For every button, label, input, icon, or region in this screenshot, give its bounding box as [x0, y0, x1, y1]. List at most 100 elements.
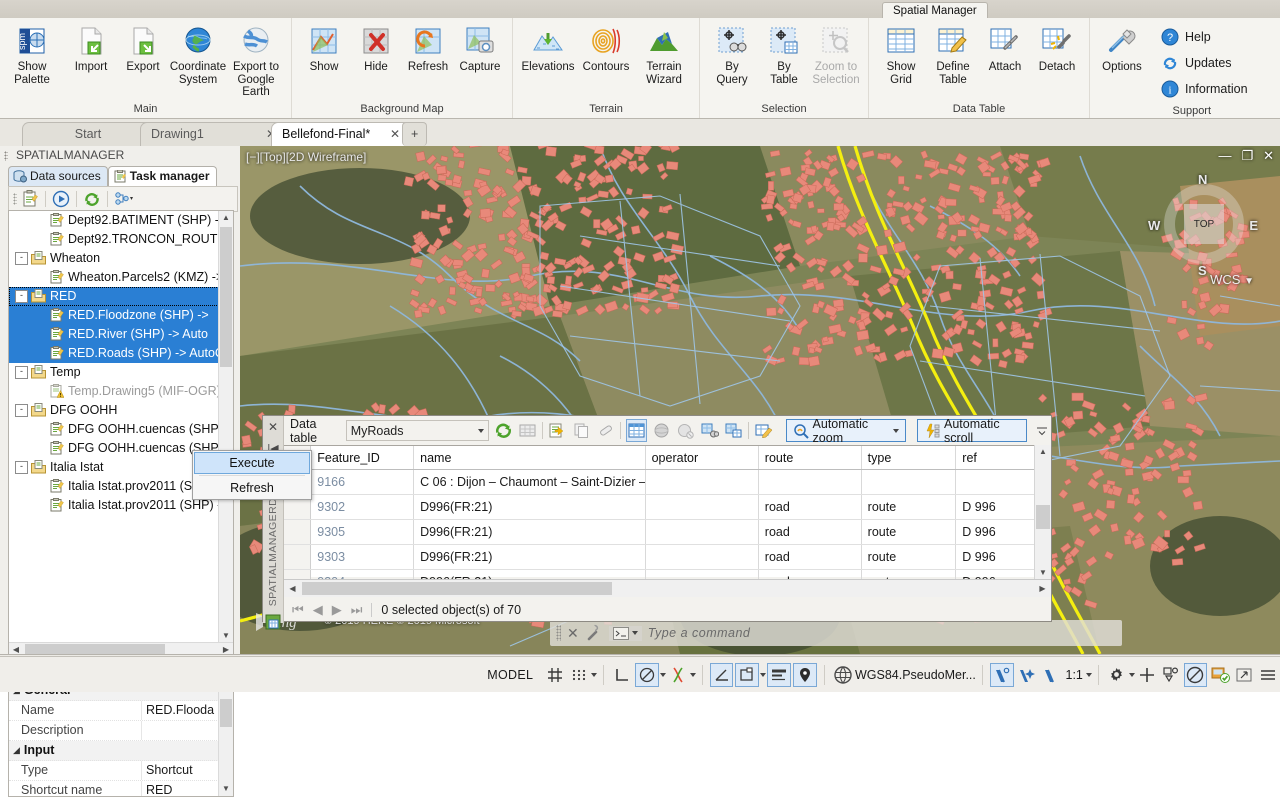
- edit-table-icon[interactable]: [754, 420, 773, 441]
- help-button[interactable]: ? Help: [1159, 24, 1248, 50]
- ducs-icon[interactable]: [735, 663, 759, 687]
- data-table-column-header[interactable]: name: [414, 446, 645, 470]
- tab-data-sources[interactable]: Data sources: [8, 166, 108, 186]
- contours-button[interactable]: Contours: [577, 22, 635, 74]
- tree-task-node[interactable]: RED.Floodzone (SHP) ->: [9, 306, 233, 325]
- properties-grid[interactable]: ◢GeneralNameRED.FloodaDescription◢InputT…: [8, 680, 234, 797]
- refresh-icon[interactable]: [494, 420, 513, 441]
- data-table-cell[interactable]: [645, 470, 758, 495]
- chevron-down-icon[interactable]: [660, 673, 666, 677]
- tree-expander-icon[interactable]: -: [15, 252, 28, 265]
- tab-task-manager[interactable]: Task manager: [108, 166, 217, 186]
- task-context-menu[interactable]: Execute Refresh: [192, 450, 312, 500]
- command-line[interactable]: ✕ Type a command: [550, 620, 1122, 646]
- select-by-query-button[interactable]: ByQuery: [706, 22, 758, 86]
- palette-grip-icon[interactable]: [4, 151, 8, 161]
- close-icon[interactable]: ✕: [1263, 148, 1274, 164]
- close-icon[interactable]: ✕: [390, 123, 400, 145]
- object-snap-icon[interactable]: [667, 664, 689, 686]
- next-record-icon[interactable]: ▶: [332, 602, 342, 618]
- ribbon-tab-spatial-manager[interactable]: Spatial Manager: [882, 2, 988, 19]
- data-table-hscroll-thumb[interactable]: [302, 582, 612, 595]
- elevations-button[interactable]: Elevations: [519, 22, 577, 74]
- context-menu-item-refresh[interactable]: Refresh: [193, 477, 311, 499]
- row-selector-cell[interactable]: [284, 520, 311, 545]
- data-table-cell[interactable]: 9305: [311, 520, 414, 545]
- fullscreen-icon[interactable]: [1233, 664, 1255, 686]
- tree-expander-icon[interactable]: -: [15, 404, 28, 417]
- add-scale-icon[interactable]: [1136, 664, 1158, 686]
- data-table-column-header[interactable]: route: [758, 446, 861, 470]
- grid-display-icon[interactable]: [544, 664, 566, 686]
- data-table-dock-icon[interactable]: [265, 614, 281, 630]
- no-sphere-icon[interactable]: [676, 420, 695, 441]
- copy-icon[interactable]: [572, 420, 591, 441]
- tree-group-node[interactable]: -Temp: [9, 363, 233, 382]
- data-table-cell[interactable]: C 06 : Dijon – Chaumont – Saint-Dizier –…: [414, 470, 645, 495]
- task-tree-vertical-scrollbar[interactable]: ▲ ▼: [218, 211, 233, 643]
- table-view-icon[interactable]: [626, 419, 647, 442]
- sphere-icon[interactable]: [652, 420, 671, 441]
- coordinate-system-button[interactable]: CoordinateSystem: [169, 22, 227, 86]
- snap-mode-icon[interactable]: [568, 664, 590, 686]
- document-tab-bellefond-final[interactable]: Bellefond-Final* ✕: [271, 122, 411, 146]
- show-palette-button[interactable]: spm ShowPalette: [6, 22, 58, 86]
- data-table-cell[interactable]: route: [861, 520, 956, 545]
- tree-expander-icon[interactable]: -: [15, 461, 28, 474]
- run-task-icon[interactable]: [52, 190, 70, 208]
- minimize-icon[interactable]: —: [1218, 148, 1231, 164]
- annotation-scale-value[interactable]: 1:1: [1066, 668, 1083, 682]
- document-tab-drawing1[interactable]: Drawing1 ✕: [140, 122, 287, 146]
- data-table-cell[interactable]: road: [758, 495, 861, 520]
- data-table-horizontal-scrollbar[interactable]: ◀ ▶: [284, 579, 1051, 597]
- hardware-accel-icon[interactable]: [1184, 663, 1208, 687]
- wrench-icon[interactable]: [585, 624, 603, 642]
- data-table-cell[interactable]: [645, 545, 758, 570]
- workspace-icon[interactable]: [832, 664, 854, 686]
- view-cube-south-label[interactable]: S: [1198, 263, 1207, 278]
- row-selector-cell[interactable]: [284, 545, 311, 570]
- data-table-column-header[interactable]: Feature_ID: [311, 446, 414, 470]
- properties-category-row[interactable]: ◢Input: [9, 741, 233, 761]
- tree-task-node[interactable]: RED.River (SHP) -> Auto: [9, 325, 233, 344]
- data-table-cell[interactable]: route: [861, 495, 956, 520]
- properties-row[interactable]: TypeShortcut: [9, 761, 233, 781]
- import-button[interactable]: Import: [65, 22, 117, 74]
- options-button[interactable]: Options: [1096, 22, 1148, 74]
- data-table-window[interactable]: ✕ |◀ ✻ SPATIALMANAGERD... Data table MyR…: [262, 415, 1052, 622]
- background-map-refresh-button[interactable]: Refresh: [402, 22, 454, 74]
- object-snap-tracking-icon[interactable]: [710, 663, 734, 687]
- command-close-icon[interactable]: ✕: [567, 625, 579, 642]
- show-grid-button[interactable]: ShowGrid: [875, 22, 927, 86]
- new-document-tab-button[interactable]: +: [402, 122, 427, 146]
- chevron-down-icon[interactable]: [591, 673, 597, 677]
- model-space-label[interactable]: MODEL: [477, 668, 543, 682]
- data-table-cell[interactable]: road: [758, 520, 861, 545]
- task-tree[interactable]: Dept92.BATIMENT (SHP) -> ADept92.TRONCON…: [8, 210, 234, 658]
- polar-tracking-icon[interactable]: [635, 663, 659, 687]
- scroll-right-icon[interactable]: ▶: [1034, 580, 1051, 597]
- terrain-wizard-button[interactable]: TerrainWizard: [635, 22, 693, 86]
- data-table-selector[interactable]: MyRoads: [346, 420, 489, 441]
- select-by-table-button[interactable]: ByTable: [758, 22, 810, 86]
- data-table-cell[interactable]: [758, 470, 861, 495]
- data-table-cell[interactable]: [645, 495, 758, 520]
- command-input-placeholder[interactable]: Type a command: [648, 626, 751, 640]
- properties-row[interactable]: Shortcut nameRED: [9, 781, 233, 797]
- clean-screen-icon[interactable]: [1209, 664, 1231, 686]
- refresh-tasks-icon[interactable]: [83, 190, 101, 208]
- scroll-down-icon[interactable]: ▼: [1035, 566, 1051, 580]
- tree-scroll-thumb[interactable]: [220, 227, 232, 367]
- view-cube[interactable]: TOP N S E W: [1156, 176, 1252, 272]
- view-cube-north-label[interactable]: N: [1198, 172, 1207, 187]
- lineweight-icon[interactable]: [767, 663, 791, 687]
- table-row[interactable]: 9303D996(FR:21)roadrouteD 996: [284, 545, 1051, 570]
- tree-group-node[interactable]: -RED: [9, 287, 233, 306]
- collapse-triangle-icon[interactable]: ◢: [13, 741, 20, 760]
- chevron-down-icon[interactable]: [1129, 673, 1135, 677]
- automatic-zoom-button[interactable]: Automatic zoom: [786, 419, 906, 442]
- new-task-icon[interactable]: [21, 190, 39, 208]
- chevron-down-icon[interactable]: ▼: [1244, 276, 1254, 287]
- customization-icon[interactable]: [1257, 664, 1279, 686]
- tree-expander-icon[interactable]: -: [15, 290, 28, 303]
